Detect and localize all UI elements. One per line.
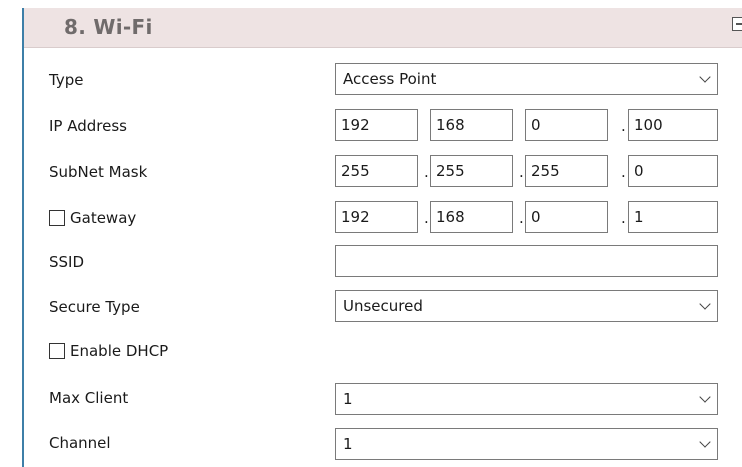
row-enable-dhcp: Enable DHCP — [24, 334, 742, 368]
secure-type-select[interactable]: Unsecured — [335, 290, 718, 322]
gateway-octet-4[interactable]: 1 — [628, 201, 718, 233]
octet-separator: . — [424, 163, 429, 181]
enable-dhcp-label-group[interactable]: Enable DHCP — [49, 342, 168, 360]
ssid-input[interactable] — [335, 245, 718, 277]
max-client-label: Max Client — [49, 389, 129, 407]
row-secure-type: Secure Type Unsecured — [24, 290, 742, 324]
chevron-down-icon — [699, 71, 711, 83]
chevron-down-icon — [699, 436, 711, 448]
enable-dhcp-checkbox[interactable] — [49, 343, 65, 359]
channel-label: Channel — [49, 434, 111, 452]
octet-value: 192 — [341, 208, 370, 226]
octet-value: 255 — [341, 162, 370, 180]
type-select[interactable]: Access Point — [335, 63, 718, 95]
octet-value: 255 — [531, 162, 560, 180]
section-header[interactable]: 8. Wi-Fi — [24, 8, 742, 48]
octet-separator: . — [621, 117, 626, 135]
type-select-value: Access Point — [343, 70, 437, 88]
channel-select[interactable]: 1 — [335, 428, 718, 460]
enable-dhcp-label: Enable DHCP — [70, 342, 169, 360]
octet-value: 192 — [341, 116, 370, 134]
gateway-label-group[interactable]: Gateway — [49, 209, 136, 227]
max-client-select[interactable]: 1 — [335, 383, 718, 415]
gateway-octet-1[interactable]: 192 — [335, 201, 418, 233]
row-ssid: SSID — [24, 245, 742, 279]
octet-value: 0 — [634, 162, 644, 180]
octet-value: 255 — [436, 162, 465, 180]
row-gateway: Gateway 192 . 168 . 0 . 1 — [24, 201, 742, 235]
chevron-down-icon — [699, 391, 711, 403]
subnet-mask-octet-2[interactable]: 255 — [430, 155, 513, 187]
octet-value: 0 — [531, 116, 541, 134]
octet-value: 100 — [634, 116, 663, 134]
type-label: Type — [49, 71, 84, 89]
subnet-mask-octet-1[interactable]: 255 — [335, 155, 418, 187]
secure-type-select-value: Unsecured — [343, 297, 423, 315]
ip-address-octet-4[interactable]: 100 — [628, 109, 718, 141]
octet-value: 1 — [634, 208, 644, 226]
subnet-mask-label: SubNet Mask — [49, 163, 148, 181]
row-subnet-mask: SubNet Mask 255 . 255 . 255 . 0 — [24, 155, 742, 189]
section-title: 8. Wi-Fi — [64, 15, 153, 39]
chevron-down-icon — [699, 298, 711, 310]
row-channel: Channel 1 — [24, 426, 742, 460]
row-ip-address: IP Address 192 168 0 . 100 — [24, 109, 742, 143]
channel-select-value: 1 — [343, 435, 353, 453]
gateway-checkbox[interactable] — [49, 210, 65, 226]
ip-address-label: IP Address — [49, 117, 127, 135]
gateway-octet-2[interactable]: 168 — [430, 201, 513, 233]
max-client-select-value: 1 — [343, 390, 353, 408]
octet-separator: . — [621, 163, 626, 181]
ssid-label: SSID — [49, 253, 85, 271]
octet-value: 0 — [531, 208, 541, 226]
octet-separator: . — [519, 163, 524, 181]
octet-separator: . — [621, 209, 626, 227]
ip-address-octet-2[interactable]: 168 — [430, 109, 513, 141]
gateway-octet-3[interactable]: 0 — [525, 201, 608, 233]
octet-separator: . — [424, 209, 429, 227]
octet-value: 168 — [436, 116, 465, 134]
ip-address-octet-3[interactable]: 0 — [525, 109, 608, 141]
subnet-mask-octet-3[interactable]: 255 — [525, 155, 608, 187]
subnet-mask-octet-4[interactable]: 0 — [628, 155, 718, 187]
secure-type-label: Secure Type — [49, 298, 140, 316]
octet-separator: . — [519, 209, 524, 227]
collapse-icon[interactable] — [732, 17, 742, 31]
gateway-label: Gateway — [70, 209, 137, 227]
octet-value: 168 — [436, 208, 465, 226]
ip-address-octet-1[interactable]: 192 — [335, 109, 418, 141]
row-type: Type Access Point — [24, 63, 742, 97]
row-max-client: Max Client 1 — [24, 381, 742, 415]
